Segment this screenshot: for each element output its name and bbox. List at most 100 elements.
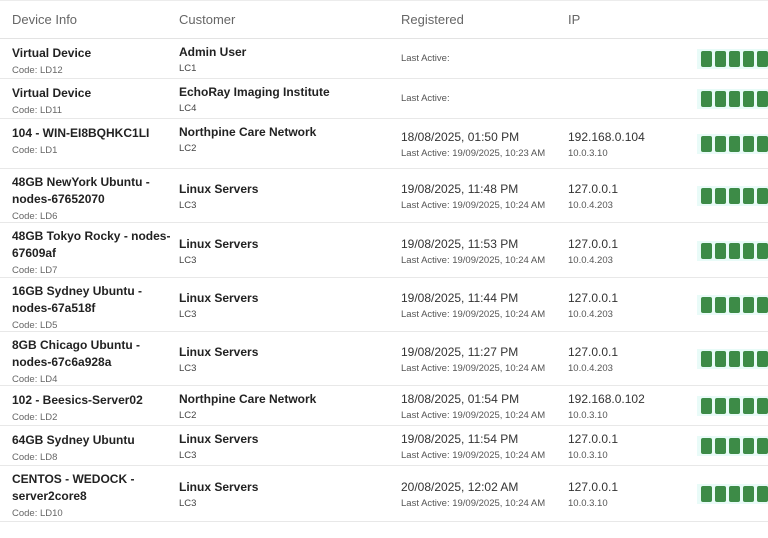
device-info-cell: 8GB Chicago Ubuntu - nodes-67c6a928a Code:… [12, 337, 140, 385]
device-name[interactable]: 16GB Sydney Ubuntu - [12, 283, 142, 300]
customer-cell: Northpine Care Network LC2 [179, 125, 316, 154]
status-bars[interactable] [697, 89, 768, 109]
device-info-cell: 104 - WIN-EI8BQHKC1LI Code: LD1 [12, 125, 149, 156]
customer-cell: Linux Servers LC3 [179, 432, 258, 461]
device-name[interactable]: 8GB Chicago Ubuntu - [12, 337, 140, 354]
customer-name[interactable]: Linux Servers [179, 345, 258, 360]
table-row[interactable]: CENTOS - WEDOCK - server2core8 Code: LD10 L… [0, 466, 768, 522]
registered-cell: 19/08/2025, 11:27 PM Last Active: 19/09/2… [401, 345, 545, 374]
device-name[interactable]: server2core8 [12, 488, 134, 505]
device-name[interactable]: 104 - WIN-EI8BQHKC1LI [12, 125, 149, 142]
device-code: Code: LD1 [12, 145, 58, 156]
status-bar [729, 438, 740, 454]
status-bars[interactable] [697, 436, 768, 456]
header-registered[interactable]: Registered [401, 12, 464, 27]
ip-cell: 127.0.0.1 10.0.4.203 [568, 237, 618, 266]
last-active: Last Active: [401, 93, 450, 104]
status-bar [757, 188, 768, 204]
status-bar [743, 398, 754, 414]
status-bar [757, 297, 768, 313]
device-name[interactable]: CENTOS - WEDOCK - [12, 471, 134, 488]
ip-cell: 192.168.0.104 10.0.3.10 [568, 130, 645, 159]
status-bars[interactable] [697, 49, 768, 69]
status-bars[interactable] [697, 134, 768, 154]
customer-name[interactable]: Linux Servers [179, 237, 258, 252]
device-info-cell: Virtual Device Code: LD11 [12, 85, 91, 116]
table-row[interactable]: 64GB Sydney Ubuntu Code: LD8 Linux Servers… [0, 426, 768, 466]
status-bar [757, 91, 768, 107]
customer-name[interactable]: Northpine Care Network [179, 392, 316, 407]
customer-cell: Admin User LC1 [179, 45, 246, 74]
status-bar [729, 243, 740, 259]
registered-cell: Last Active: [401, 53, 450, 64]
internal-ip: 10.0.3.10 [568, 498, 608, 509]
device-name[interactable]: 102 - Beesics-Server02 [12, 392, 143, 409]
header-ip[interactable]: IP [568, 12, 580, 27]
customer-code: LC3 [179, 450, 197, 461]
registered-cell: 19/08/2025, 11:44 PM Last Active: 19/09/2… [401, 291, 545, 320]
device-name[interactable]: nodes-67c6a928a [12, 354, 140, 371]
status-bar [701, 438, 712, 454]
status-bar [701, 486, 712, 502]
status-bars[interactable] [697, 295, 768, 315]
internal-ip: 10.0.4.203 [568, 200, 613, 211]
device-name[interactable]: nodes-67a518f [12, 300, 142, 317]
customer-name[interactable]: Linux Servers [179, 480, 258, 495]
table-row[interactable]: 102 - Beesics-Server02 Code: LD2 Northpine… [0, 386, 768, 426]
status-bar [701, 398, 712, 414]
customer-cell: Linux Servers LC3 [179, 237, 258, 266]
status-bar [715, 188, 726, 204]
device-name[interactable]: nodes-67652070 [12, 191, 150, 208]
customer-name[interactable]: EchoRay Imaging Institute [179, 85, 330, 100]
table-row[interactable]: 48GB Tokyo Rocky - nodes- 67609af Code: LD… [0, 223, 768, 278]
status-bar [729, 51, 740, 67]
device-code: Code: LD12 [12, 65, 63, 76]
customer-name[interactable]: Linux Servers [179, 432, 258, 447]
header-customer[interactable]: Customer [179, 12, 235, 27]
registered-cell: 19/08/2025, 11:53 PM Last Active: 19/09/2… [401, 237, 545, 266]
registered-date: 20/08/2025, 12:02 AM [401, 480, 519, 494]
device-code: Code: LD7 [12, 265, 58, 276]
status-bars[interactable] [697, 396, 768, 416]
customer-name[interactable]: Linux Servers [179, 291, 258, 306]
device-name[interactable]: Virtual Device [12, 45, 91, 62]
registered-date: 18/08/2025, 01:50 PM [401, 130, 520, 144]
status-bar [701, 51, 712, 67]
table-row[interactable]: 104 - WIN-EI8BQHKC1LI Code: LD1 Northpine … [0, 119, 768, 169]
status-bars[interactable] [697, 349, 768, 369]
header-device-info[interactable]: Device Info [12, 12, 77, 27]
device-code: Code: LD5 [12, 320, 58, 331]
device-code: Code: LD8 [12, 452, 58, 463]
customer-code: LC1 [179, 63, 197, 74]
customer-name[interactable]: Admin User [179, 45, 246, 60]
status-bar [729, 486, 740, 502]
device-name[interactable]: 48GB NewYork Ubuntu - [12, 174, 150, 191]
device-name[interactable]: 67609af [12, 245, 170, 262]
status-bars[interactable] [697, 484, 768, 504]
table-row[interactable]: 8GB Chicago Ubuntu - nodes-67c6a928a Code:… [0, 332, 768, 386]
table-row[interactable]: 48GB NewYork Ubuntu - nodes-67652070 Code:… [0, 169, 768, 223]
customer-cell: Northpine Care Network LC2 [179, 392, 316, 421]
status-bar [743, 188, 754, 204]
table-row[interactable]: Virtual Device Code: LD12 Admin User LC1 Las… [0, 39, 768, 79]
device-name[interactable]: 48GB Tokyo Rocky - nodes- [12, 228, 170, 245]
status-bar [701, 351, 712, 367]
status-bars[interactable] [697, 241, 768, 261]
status-bar [757, 243, 768, 259]
ip-address: 127.0.0.1 [568, 480, 619, 494]
status-bar [743, 438, 754, 454]
last-active: Last Active: 19/09/2025, 10:24 AM [401, 363, 546, 374]
device-name[interactable]: Virtual Device [12, 85, 91, 102]
customer-cell: EchoRay Imaging Institute LC4 [179, 85, 330, 114]
last-active: Last Active: 19/09/2025, 10:23 AM [401, 148, 546, 159]
customer-code: LC3 [179, 200, 197, 211]
table-row[interactable]: 16GB Sydney Ubuntu - nodes-67a518f Code: L… [0, 278, 768, 332]
table-row[interactable]: Virtual Device Code: LD11 EchoRay Imaging … [0, 79, 768, 119]
status-bars[interactable] [697, 186, 768, 206]
customer-name[interactable]: Northpine Care Network [179, 125, 316, 140]
device-name[interactable]: 64GB Sydney Ubuntu [12, 432, 135, 449]
customer-name[interactable]: Linux Servers [179, 182, 258, 197]
device-code: Code: LD4 [12, 374, 58, 385]
status-bar [729, 351, 740, 367]
status-bar [701, 297, 712, 313]
